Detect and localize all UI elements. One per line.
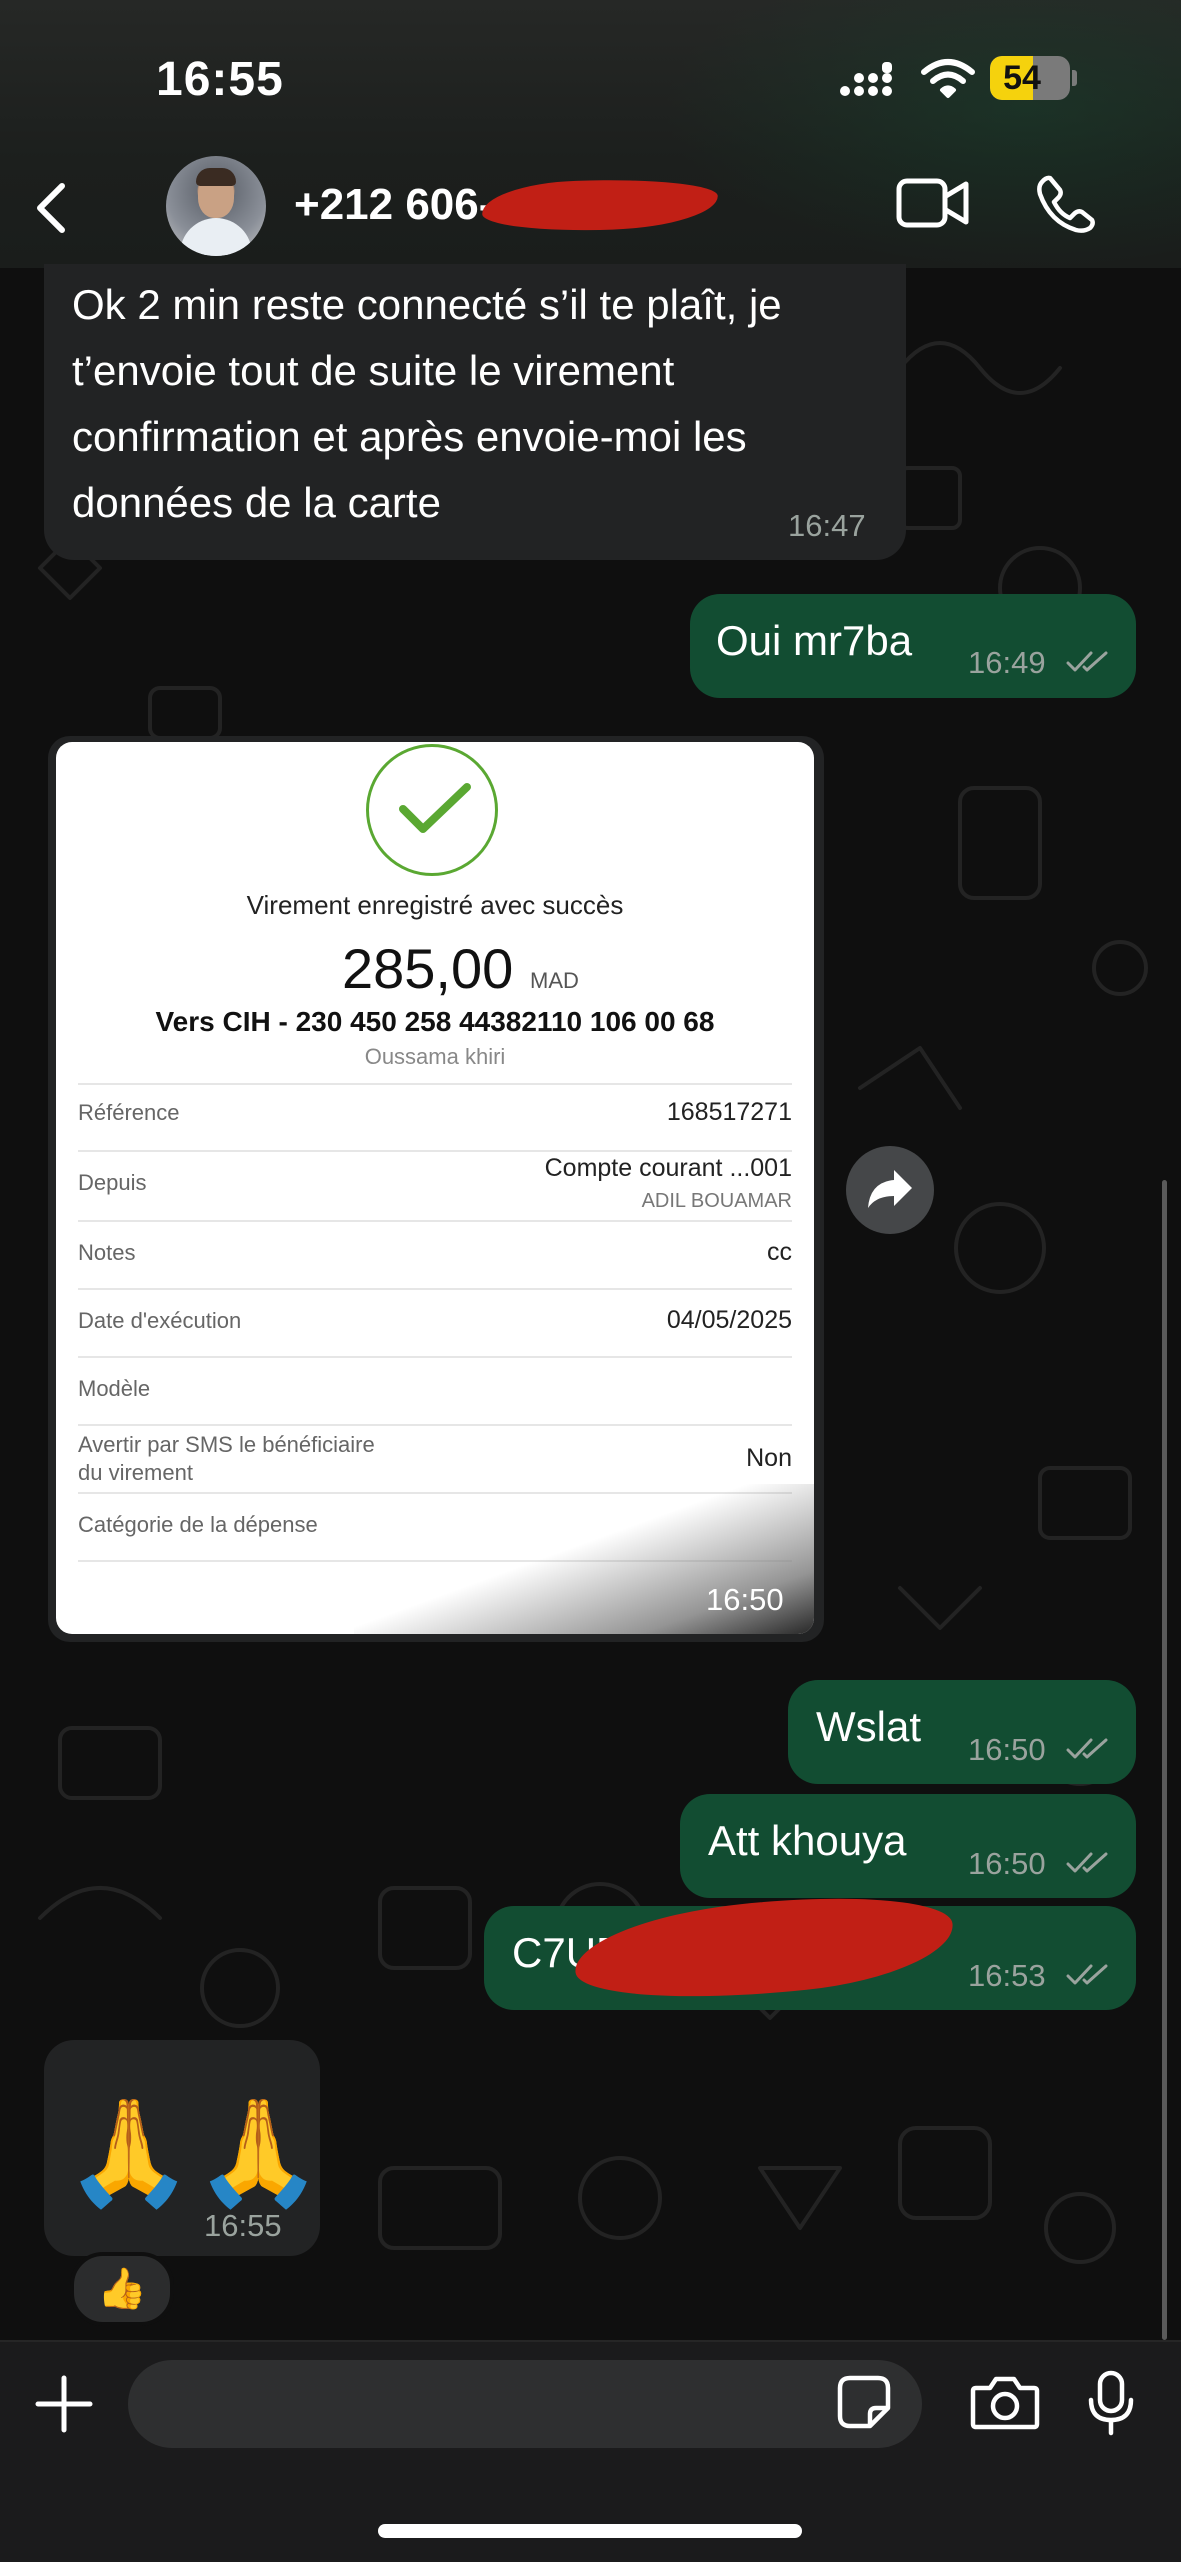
message-time: 16:55 — [204, 2208, 282, 2243]
receipt-currency: MAD — [530, 968, 579, 993]
avatar-hair — [196, 168, 236, 186]
read-ticks-icon — [1066, 1852, 1108, 1873]
message-input[interactable] — [128, 2360, 922, 2448]
sticker-icon[interactable] — [836, 2374, 892, 2430]
receipt-divider — [78, 1288, 792, 1290]
message-text: Wslat — [816, 1703, 921, 1750]
receipt-label: Depuis — [78, 1170, 147, 1195]
receipt-value: Non — [746, 1444, 792, 1472]
message-time: 16:47 — [788, 508, 866, 543]
receipt-label: Modèle — [78, 1376, 151, 1401]
receipt-divider — [78, 1356, 792, 1358]
emoji-message: 🙏🙏 — [64, 2095, 323, 2211]
receipt-value: 168517271 — [666, 1098, 792, 1126]
wifi-icon — [921, 59, 975, 98]
home-indicator — [378, 2524, 802, 2538]
message-time: 16:49 — [968, 645, 1046, 680]
receipt-beneficiary: Oussama khiri — [364, 1044, 506, 1069]
receipt-destination: Vers CIH - 230 450 258 44382110 106 00 6… — [155, 1006, 715, 1037]
receipt-label: du virement — [78, 1460, 193, 1485]
receipt-label: Notes — [78, 1240, 136, 1265]
microphone-icon[interactable] — [1086, 2370, 1136, 2436]
read-ticks-icon — [1066, 1964, 1108, 1985]
receipt-label: Catégorie de la dépense — [78, 1512, 318, 1537]
receipt-label: Avertir par SMS le bénéficiaire — [78, 1432, 375, 1457]
battery-icon: 54 — [990, 56, 1070, 100]
receipt-divider — [78, 1220, 792, 1222]
contact-avatar[interactable] — [166, 156, 266, 256]
transfer-receipt-image[interactable]: Virement enregistré avec succès 285,00 M… — [56, 742, 814, 1634]
message-time: 16:50 — [706, 1582, 784, 1617]
read-ticks-icon — [1066, 651, 1108, 672]
battery-percent: 54 — [1003, 59, 1041, 97]
message-line: Ok 2 min reste connecté s’il te plaît, j… — [72, 281, 782, 328]
message-text: Att khouya — [708, 1817, 907, 1864]
battery-cap — [1072, 70, 1077, 86]
receipt-title: Virement enregistré avec succès — [246, 890, 624, 920]
receipt-divider — [78, 1083, 792, 1085]
scrollbar[interactable] — [1162, 1180, 1167, 2340]
message-time: 16:53 — [968, 1958, 1046, 1993]
contact-name[interactable]: +212 606- — [294, 180, 493, 230]
message-time: 16:50 — [968, 1846, 1046, 1881]
status-time: 16:55 — [156, 53, 284, 106]
reaction-badge[interactable]: 👍 — [70, 2252, 174, 2326]
voice-call-icon[interactable] — [1036, 174, 1096, 234]
plus-icon[interactable] — [34, 2374, 94, 2434]
back-chevron-icon[interactable] — [30, 180, 70, 236]
message-text: Oui mr7ba — [716, 617, 913, 664]
message-line: confirmation et après envoie-moi les — [72, 413, 747, 460]
video-call-icon[interactable] — [896, 178, 970, 228]
forward-arrow-icon — [868, 1170, 912, 1208]
forward-button[interactable] — [846, 1146, 934, 1234]
message-line: t’envoie tout de suite le virement — [72, 347, 675, 394]
receipt-label: Date d'exécution — [78, 1308, 242, 1333]
receipt-value: cc — [767, 1238, 792, 1266]
message-line: données de la carte — [72, 479, 441, 526]
receipt-amount: 285,00 — [342, 937, 514, 1000]
receipt-value: Compte courant ...001 — [544, 1154, 792, 1182]
receipt-label: Référence — [78, 1100, 180, 1125]
receipt-divider — [78, 1424, 792, 1426]
receipt-account-holder: ADIL BOUAMAR — [641, 1190, 792, 1212]
receipt-value: 04/05/2025 — [666, 1306, 792, 1334]
success-check-icon — [366, 744, 498, 876]
cellular-signal-icon — [840, 62, 892, 96]
receipt-divider — [78, 1150, 792, 1152]
avatar-body — [180, 218, 252, 256]
camera-icon[interactable] — [970, 2374, 1040, 2430]
read-ticks-icon — [1066, 1738, 1108, 1759]
message-time: 16:50 — [968, 1732, 1046, 1767]
